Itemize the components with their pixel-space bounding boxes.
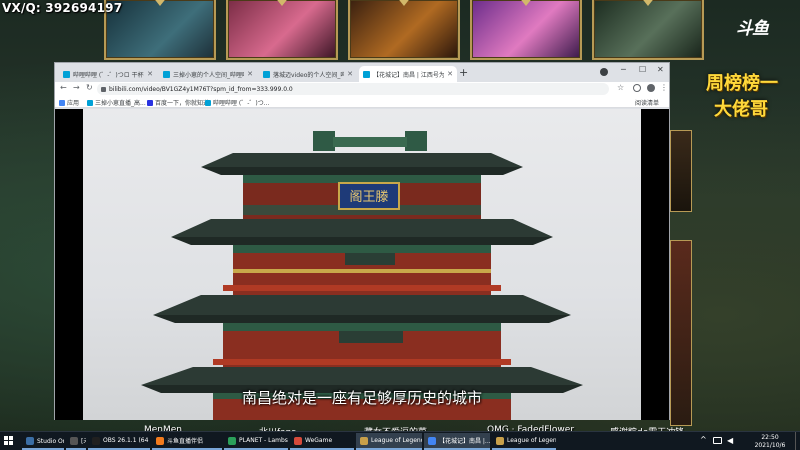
browser-tab[interactable]: 落城迈video的个人空间_哔哩哔 ✕ xyxy=(259,66,357,82)
tab-title: 三掉小崽的个人空间_哔哩哔哩 xyxy=(173,71,244,79)
bookmark-item[interactable]: 百度一下，你就知道 xyxy=(147,98,209,107)
bookmark-item[interactable]: 三掉小崽直播_高... xyxy=(87,98,146,107)
tray-overflow-icon[interactable]: ^ xyxy=(700,435,707,444)
tab-title: 落城迈video的个人空间_哔哩哔 xyxy=(273,71,345,79)
close-icon[interactable]: ✕ xyxy=(147,70,153,78)
baidu-icon xyxy=(147,99,153,106)
address-text[interactable]: bilibili.com/video/BV1GZ4y1M76T?spm_id_f… xyxy=(109,86,293,93)
obs-icon xyxy=(92,436,100,445)
close-icon[interactable]: ✕ xyxy=(447,70,453,78)
bookmark-apps[interactable]: 应用 xyxy=(59,98,79,107)
browser-toolbar: ← → ↻ bilibili.com/video/BV1GZ4y1M76T?sp… xyxy=(55,82,669,96)
lol-icon xyxy=(360,436,368,445)
close-icon[interactable]: ✕ xyxy=(347,70,353,78)
maximize-button[interactable]: ☐ xyxy=(639,65,646,74)
music-icon xyxy=(228,436,236,445)
bookmark-label: 应用 xyxy=(67,100,80,107)
minimize-button[interactable]: ─ xyxy=(621,65,626,74)
video-subtitle: 南昌绝对是一座有足够厚历史的城市 xyxy=(241,389,482,407)
wegame-icon xyxy=(294,436,302,445)
taskbar-item-label: 斗鱼直播伴侣 xyxy=(167,438,204,445)
plaque-text: 阁王滕 xyxy=(349,190,388,205)
show-desktop-button[interactable] xyxy=(795,432,799,450)
bookmarks-bar: 应用 三掉小崽直播_高... 百度一下，你就知道 哔哩哔哩 (゜-゜)つ... … xyxy=(55,96,669,108)
contact-info: VX/Q: 392694197 xyxy=(2,1,123,15)
champion-portrait xyxy=(592,0,704,60)
apps-icon xyxy=(59,99,65,106)
tab-search-icon[interactable] xyxy=(600,68,608,76)
app-icon xyxy=(70,436,78,445)
taskbar-item-label: [未... xyxy=(81,438,86,445)
video-frame[interactable]: 阁王滕 南昌绝对是一座有足够厚历史的城市 xyxy=(83,109,641,420)
taskbar-item-label: 【花城记】南昌 |... xyxy=(439,438,490,445)
reload-button[interactable]: ↻ xyxy=(86,83,93,92)
bilibili-icon xyxy=(87,99,93,106)
profile-icon[interactable] xyxy=(647,84,655,92)
taskbar-item-label: PLANET - Lambse... xyxy=(239,437,288,444)
browser-window: 哔哩哔哩 (゜-゜)つロ 干杯~-bi ✕ 三掉小崽的个人空间_哔哩哔哩 ✕ 落… xyxy=(54,62,670,420)
taskbar-item-label: League of Legends xyxy=(371,437,422,444)
champion-portrait xyxy=(348,0,460,60)
tab-strip: 哔哩哔哩 (゜-゜)つロ 干杯~-bi ✕ 三掉小崽的个人空间_哔哩哔哩 ✕ 落… xyxy=(55,63,669,82)
close-icon[interactable]: ✕ xyxy=(247,70,253,78)
taskbar-item-label: League of Legen... xyxy=(507,437,556,444)
studio-one-icon xyxy=(26,436,34,445)
extension-icon[interactable] xyxy=(633,84,641,92)
lol-icon xyxy=(496,436,504,445)
taskbar-item[interactable]: PLANET - Lambse... xyxy=(224,433,288,450)
video-player[interactable]: 阁王滕 南昌绝对是一座有足够厚历史的城市 xyxy=(55,109,669,420)
bilibili-icon xyxy=(205,99,211,106)
windows-taskbar: Studio One - [未... [未... OBS 26.1.1 (64 bi… xyxy=(0,431,800,450)
new-tab-button[interactable]: + xyxy=(459,66,468,79)
bilibili-icon xyxy=(363,70,370,78)
rank-subtitle: 大佬哥 xyxy=(714,99,768,120)
menu-icon[interactable]: ⋮ xyxy=(660,83,668,92)
clock-date[interactable]: 2021/10/6 xyxy=(750,442,790,449)
bilibili-icon xyxy=(63,70,70,78)
volume-icon[interactable]: ◀ xyxy=(727,436,733,445)
champion-side-card xyxy=(670,130,692,212)
chrome-icon xyxy=(428,436,436,445)
bilibili-icon xyxy=(163,70,170,78)
bookmark-star-icon[interactable]: ☆ xyxy=(617,83,624,92)
taskbar-item-label: OBS 26.1.1 (64 bi... xyxy=(103,437,150,444)
tab-title: 【花城记】南昌 | 江西号为厂 xyxy=(373,71,445,79)
browser-tab[interactable]: 三掉小崽的个人空间_哔哩哔哩 ✕ xyxy=(159,66,257,82)
network-icon[interactable] xyxy=(713,437,722,444)
champion-portrait xyxy=(470,0,582,60)
douyu-logo: 斗鱼 xyxy=(736,19,769,39)
taskbar-item[interactable]: League of Legen... xyxy=(492,433,556,450)
taskbar-item[interactable]: Studio One - [未... xyxy=(22,433,64,450)
browser-tab[interactable]: 哔哩哔哩 (゜-゜)つロ 干杯~-bi ✕ xyxy=(59,66,157,82)
bookmark-label: 百度一下，你就知道 xyxy=(155,100,210,107)
reading-list-button[interactable]: 阅读清单 xyxy=(635,98,659,107)
tab-title: 哔哩哔哩 (゜-゜)つロ 干杯~-bi xyxy=(73,71,144,79)
browser-tab-active[interactable]: 【花城记】南昌 | 江西号为厂 ✕ xyxy=(359,66,457,82)
taskbar-item[interactable]: League of Legends xyxy=(356,433,422,450)
taskbar-item[interactable]: 斗鱼直播伴侣 xyxy=(152,433,222,450)
lock-icon[interactable] xyxy=(101,86,106,92)
start-button[interactable] xyxy=(4,436,14,446)
champion-portrait xyxy=(226,0,338,60)
back-button[interactable]: ← xyxy=(60,83,67,92)
forward-button[interactable]: → xyxy=(73,83,80,92)
bilibili-icon xyxy=(263,70,270,78)
pavilion-image: 阁王滕 xyxy=(141,131,583,420)
bookmark-label: 哔哩哔哩 (゜-゜)つ... xyxy=(213,100,270,107)
taskbar-item[interactable]: 【花城记】南昌 |... xyxy=(424,433,490,450)
taskbar-item-label: Studio One - [未... xyxy=(37,438,64,445)
window-close-button[interactable]: ✕ xyxy=(657,65,664,74)
douyu-icon xyxy=(156,436,164,445)
clock-time[interactable]: 22:50 xyxy=(750,434,790,441)
address-bar[interactable]: bilibili.com/video/BV1GZ4y1M76T?spm_id_f… xyxy=(97,83,609,95)
rank-title: 周榜榜一 xyxy=(706,73,778,94)
bookmark-label: 三掉小崽直播_高... xyxy=(95,100,146,107)
champion-side-card xyxy=(670,240,692,426)
taskbar-item[interactable]: WeGame xyxy=(290,433,354,450)
taskbar-item[interactable]: [未... xyxy=(66,433,86,450)
taskbar-item[interactable]: OBS 26.1.1 (64 bi... xyxy=(88,433,150,450)
taskbar-item-label: WeGame xyxy=(305,437,333,444)
bookmark-item[interactable]: 哔哩哔哩 (゜-゜)つ... xyxy=(205,98,269,107)
